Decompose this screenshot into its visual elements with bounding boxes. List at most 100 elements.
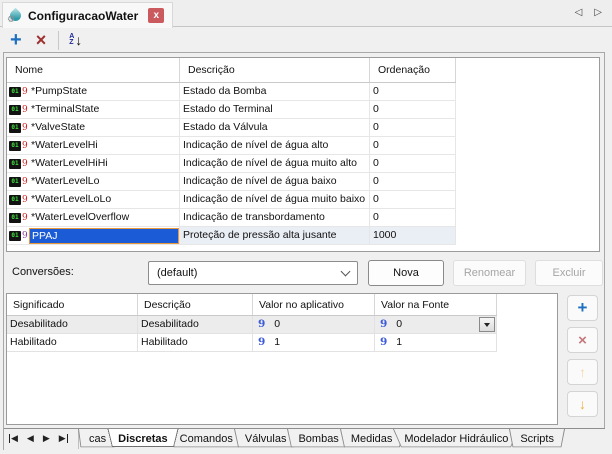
*WaterLevelHiHi[interactable]: 01 9 *WaterLevelHiHi Indicação de nível … bbox=[7, 155, 456, 173]
column-header-significado[interactable]: Significado bbox=[7, 294, 138, 315]
tab-discretas[interactable]: Discretas bbox=[107, 429, 179, 450]
tab-modelador-hidraulico[interactable]: Modelador Hidráulico bbox=[393, 429, 519, 450]
document-tab-title: ConfiguracaoWater bbox=[28, 9, 138, 23]
tag-description-cell[interactable]: Estado do Terminal bbox=[180, 101, 370, 118]
close-tab-button[interactable]: x bbox=[148, 8, 164, 23]
tag-name: *WaterLevelOverflow bbox=[29, 210, 179, 226]
delete-value-button[interactable]: × bbox=[567, 327, 598, 353]
column-header-descricao[interactable]: Descrição bbox=[138, 294, 253, 315]
first-sheet-button[interactable]: ◀ bbox=[9, 433, 18, 444]
sort-az-button[interactable]: A Z ↓ bbox=[69, 32, 82, 48]
document-tab-strip: ⚙ ConfiguracaoWater x ◁ ▷ bbox=[0, 0, 612, 27]
document-tab-configuracaowater[interactable]: ⚙ ConfiguracaoWater x bbox=[2, 2, 173, 28]
tag-name-cell[interactable]: 01 9 PPAJ bbox=[7, 227, 180, 244]
tag-name: *WaterLevelLo bbox=[29, 174, 179, 190]
tag-order-cell[interactable]: 0 bbox=[370, 191, 456, 208]
sheet-tabs: cas Discretas Comandos Válvulas Bombas M… bbox=[83, 429, 560, 450]
tab-comandos[interactable]: Comandos bbox=[169, 429, 244, 450]
conversions-selected-value: (default) bbox=[157, 267, 342, 279]
add-tag-button[interactable]: + bbox=[10, 30, 22, 50]
*WaterLevelOverflow[interactable]: 01 9 *WaterLevelOverflow Indicação de tr… bbox=[7, 209, 456, 227]
discrete-tag-icon: 01 9 bbox=[9, 177, 29, 187]
tag-description-cell[interactable]: Indicação de nível de água alto bbox=[180, 137, 370, 154]
*WaterLevelHi[interactable]: 01 9 *WaterLevelHi Indicação de nível de… bbox=[7, 137, 456, 155]
tab-scroll-right-icon[interactable]: ▷ bbox=[594, 7, 602, 18]
tab-scripts[interactable]: Scripts bbox=[509, 429, 565, 450]
chevron-down-icon bbox=[341, 267, 351, 277]
delete-tag-button[interactable]: × bbox=[36, 30, 47, 50]
tag-name-cell[interactable]: 01 9 *WaterLevelLo bbox=[7, 173, 180, 190]
*PumpState[interactable]: 01 9 *PumpState Estado da Bomba 0 bbox=[7, 83, 456, 101]
discrete-tag-icon: 01 9 bbox=[9, 105, 29, 115]
values-side-toolbar: + × ↑ ↓ bbox=[567, 295, 598, 417]
tag-description-cell[interactable]: Estado da Bomba bbox=[180, 83, 370, 100]
tag-order-cell[interactable]: 1000 bbox=[370, 227, 456, 244]
excluir-button[interactable]: Excluir bbox=[535, 260, 603, 286]
tag-name-cell[interactable]: 01 9 *PumpState bbox=[7, 83, 180, 100]
move-down-button[interactable]: ↓ bbox=[567, 391, 598, 417]
tag-name: *TerminalState bbox=[29, 102, 179, 118]
sheet-nav-buttons: ◀ ◀ ▶ ▶ bbox=[9, 433, 68, 444]
tag-order-cell[interactable]: 0 bbox=[370, 137, 456, 154]
tag-name-cell[interactable]: 01 9 *WaterLevelLoLo bbox=[7, 191, 180, 208]
tag-description-cell[interactable]: Estado da Válvula bbox=[180, 119, 370, 136]
numeric-type-icon: 9 bbox=[258, 318, 265, 330]
tags-grid: Nome Descrição Ordenação 01 9 *PumpState… bbox=[6, 57, 600, 252]
renomear-button[interactable]: Renomear bbox=[453, 260, 526, 286]
discrete-tag-icon: 01 9 bbox=[9, 195, 29, 205]
add-value-button[interactable]: + bbox=[567, 295, 598, 321]
tag-name-cell[interactable]: 01 9 *TerminalState bbox=[7, 101, 180, 118]
*WaterLevelLoLo[interactable]: 01 9 *WaterLevelLoLo Indicação de nível … bbox=[7, 191, 456, 209]
*ValveState[interactable]: 01 9 *ValveState Estado da Válvula 0 bbox=[7, 119, 456, 137]
column-header-ordenacao[interactable]: Ordenação bbox=[370, 58, 456, 82]
discrete-tag-icon: 01 9 bbox=[9, 87, 29, 97]
table-row[interactable]: Desabilitado Desabilitado 9 0 9 0 bbox=[7, 316, 497, 334]
cell-dropdown-button[interactable] bbox=[479, 317, 495, 332]
tag-order-cell[interactable]: 0 bbox=[370, 155, 456, 172]
description-cell[interactable]: Desabilitado bbox=[138, 316, 253, 333]
numeric-type-icon: 9 bbox=[258, 336, 265, 348]
table-row[interactable]: Habilitado Habilitado 9 1 9 1 bbox=[7, 334, 497, 352]
app-value-cell[interactable]: 9 1 bbox=[253, 334, 375, 351]
tags-grid-body: 01 9 *PumpState Estado da Bomba 0 01 9 *… bbox=[7, 83, 599, 245]
column-header-nome[interactable]: Nome bbox=[7, 58, 180, 82]
column-header-valor-aplicativo[interactable]: Valor no aplicativo bbox=[253, 294, 375, 315]
meaning-cell[interactable]: Desabilitado bbox=[7, 316, 138, 333]
next-sheet-button[interactable]: ▶ bbox=[43, 433, 50, 444]
source-value-cell[interactable]: 9 1 bbox=[375, 334, 497, 351]
tag-order-cell[interactable]: 0 bbox=[370, 83, 456, 100]
conversions-select[interactable]: (default) bbox=[148, 261, 358, 285]
tag-description-cell[interactable]: Indicação de nível de água muito alto bbox=[180, 155, 370, 172]
column-header-valor-fonte[interactable]: Valor na Fonte bbox=[375, 294, 497, 315]
tag-name-cell[interactable]: 01 9 *ValveState bbox=[7, 119, 180, 136]
discrete-tag-icon: 01 9 bbox=[9, 141, 29, 151]
meaning-cell[interactable]: Habilitado bbox=[7, 334, 138, 351]
last-sheet-button[interactable]: ▶ bbox=[59, 433, 68, 444]
*WaterLevelLo[interactable]: 01 9 *WaterLevelLo Indicação de nível de… bbox=[7, 173, 456, 191]
*TerminalState[interactable]: 01 9 *TerminalState Estado do Terminal 0 bbox=[7, 101, 456, 119]
toolbar-separator bbox=[58, 31, 59, 50]
discrete-tag-icon: 01 9 bbox=[9, 159, 29, 169]
tag-name-cell[interactable]: 01 9 *WaterLevelHiHi bbox=[7, 155, 180, 172]
tag-description-cell[interactable]: Indicação de nível de água baixo bbox=[180, 173, 370, 190]
PPAJ[interactable]: 01 9 PPAJ Proteção de pressão alta jusan… bbox=[7, 227, 456, 245]
tag-order-cell[interactable]: 0 bbox=[370, 101, 456, 118]
tag-description-cell[interactable]: Indicação de transbordamento bbox=[180, 209, 370, 226]
conversion-values-grid: Significado Descrição Valor no aplicativ… bbox=[6, 293, 558, 425]
description-cell[interactable]: Habilitado bbox=[138, 334, 253, 351]
tag-name-cell[interactable]: 01 9 *WaterLevelHi bbox=[7, 137, 180, 154]
app-value-cell[interactable]: 9 0 bbox=[253, 316, 375, 333]
tag-order-cell[interactable]: 0 bbox=[370, 209, 456, 226]
tag-name-cell[interactable]: 01 9 *WaterLevelOverflow bbox=[7, 209, 180, 226]
prev-sheet-button[interactable]: ◀ bbox=[27, 433, 34, 444]
move-up-button[interactable]: ↑ bbox=[567, 359, 598, 385]
configuracao-water-window: ⚙ ConfiguracaoWater x ◁ ▷ + × A Z ↓ Nome… bbox=[0, 0, 612, 454]
tag-order-cell[interactable]: 0 bbox=[370, 119, 456, 136]
nova-button[interactable]: Nova bbox=[368, 260, 444, 286]
tag-description-cell[interactable]: Proteção de pressão alta jusante bbox=[180, 227, 370, 244]
tag-description-cell[interactable]: Indicação de nível de água muito baixo bbox=[180, 191, 370, 208]
tag-order-cell[interactable]: 0 bbox=[370, 173, 456, 190]
tab-scroll-left-icon[interactable]: ◁ bbox=[575, 7, 583, 18]
column-header-descricao[interactable]: Descrição bbox=[180, 58, 370, 82]
source-value-cell[interactable]: 9 0 bbox=[375, 316, 497, 333]
